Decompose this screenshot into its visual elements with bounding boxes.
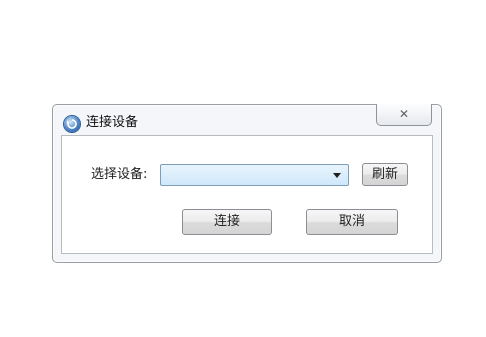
close-icon: ✕ [398,107,410,121]
title-bar: 连接设备 ✕ [53,104,441,135]
app-icon [64,116,80,132]
refresh-button[interactable]: 刷新 [362,163,408,186]
chevron-down-icon [333,173,341,178]
device-select[interactable] [160,164,349,186]
cancel-button[interactable]: 取消 [306,209,398,235]
dialog-body: 选择设备: 刷新 连接 取消 [61,135,433,254]
connect-button[interactable]: 连接 [182,209,272,235]
select-device-label: 选择设备: [91,167,148,182]
window-title: 连接设备 [86,115,139,130]
refresh-arrow-icon [66,119,77,129]
close-button[interactable]: ✕ [376,104,432,126]
connect-device-dialog: 连接设备 ✕ 选择设备: 刷新 连接 取消 [52,104,442,263]
